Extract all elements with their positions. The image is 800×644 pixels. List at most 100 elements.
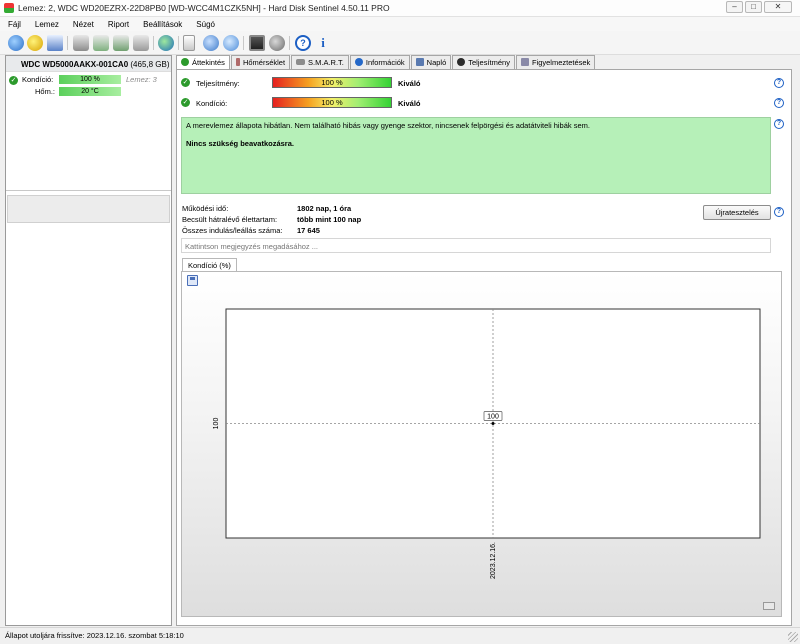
tab-label: Információk xyxy=(365,58,405,67)
app-icon xyxy=(4,3,14,13)
uptime-value: 1802 nap, 1 óra xyxy=(297,204,352,213)
tab-alerts[interactable]: Figyelmeztetések xyxy=(515,55,596,69)
disk-icon[interactable] xyxy=(73,35,89,51)
tab-information[interactable]: Információk xyxy=(349,55,410,69)
menu-view[interactable]: Nézet xyxy=(73,20,94,29)
thermometer-icon xyxy=(235,58,240,66)
status-message-box: A merevlemez állapota hibátlan. Nem talá… xyxy=(181,117,771,194)
toolbar-separator xyxy=(289,36,290,50)
toolbar-separator xyxy=(243,36,244,50)
sync-icon[interactable] xyxy=(203,35,219,51)
menu-file[interactable]: Fájl xyxy=(8,20,21,29)
action-message: Nincs szükség beavatkozásra. xyxy=(186,139,294,148)
tab-bar: Áttekintés Hőmérséklet S.M.A.R.T. Inform… xyxy=(176,55,596,70)
tab-smart[interactable]: S.M.A.R.T. xyxy=(291,55,349,69)
disk-up-icon[interactable] xyxy=(93,35,109,51)
disk-header[interactable]: WDC WD5000AAKX-001CA0 (465,8 GB) xyxy=(6,56,171,72)
gauge-icon xyxy=(457,58,466,66)
network-icon[interactable] xyxy=(223,35,239,51)
status-text: Állapot utoljára frissítve: 2023.12.16. … xyxy=(5,631,184,640)
settings-icon[interactable] xyxy=(269,35,285,51)
x-tick-label: 2023.12.16. xyxy=(490,542,497,579)
disk-list-panel: WDC WD5000AAKX-001CA0 (465,8 GB) ✓ Kondí… xyxy=(5,55,172,626)
alert-icon xyxy=(520,58,529,66)
tab-log[interactable]: Napló xyxy=(410,55,452,69)
performance-rating: Kiváló xyxy=(398,79,421,88)
title-bar: Lemez: 2, WDC WD20EZRX-22D8PB0 [WD-WCC4M… xyxy=(0,0,800,17)
message-help-icon[interactable]: ? xyxy=(774,119,784,129)
chart-tab-condition[interactable]: Kondíció (%) xyxy=(182,258,237,272)
info-icon xyxy=(354,58,363,66)
menu-settings[interactable]: Beállítások xyxy=(143,20,182,29)
monitor-icon[interactable] xyxy=(249,35,265,51)
performance-bar: 100 % xyxy=(272,77,392,88)
document-icon[interactable] xyxy=(183,35,195,51)
condition-label: Kondíció: xyxy=(196,99,228,108)
tab-label: S.M.A.R.T. xyxy=(308,58,344,67)
lifetime-value: több mint 100 nap xyxy=(297,215,362,224)
data-point xyxy=(491,422,495,425)
performance-ok-icon: ✓ xyxy=(181,78,190,87)
status-message: A merevlemez állapota hibátlan. Nem talá… xyxy=(186,121,590,130)
tab-overview[interactable]: Áttekintés xyxy=(176,55,230,70)
condition-bar: 100 % xyxy=(272,97,392,108)
help-icon[interactable]: ? xyxy=(295,35,311,51)
menu-report[interactable]: Riport xyxy=(108,20,129,29)
toolbar-separator xyxy=(67,36,68,50)
refresh-icon[interactable] xyxy=(8,35,24,51)
overview-panel: ✓ Teljesítmény: 100 % Kiváló ? ✓ Kondíci… xyxy=(176,69,792,626)
tab-label: Teljesítmény xyxy=(468,58,510,67)
condition-ok-icon: ✓ xyxy=(181,98,190,107)
panel-divider xyxy=(6,190,171,191)
tab-performance[interactable]: Teljesítmény xyxy=(452,55,515,69)
power-cycles-label: Összes indulás/leállás száma: xyxy=(182,226,283,235)
scroll-handle[interactable] xyxy=(763,602,775,610)
disk-down-icon[interactable] xyxy=(113,35,129,51)
performance-label: Teljesítmény: xyxy=(196,79,240,88)
disk-model: WDC WD5000AAKX-001CA0 xyxy=(21,60,129,69)
window-title: Lemez: 2, WDC WD20EZRX-22D8PB0 [WD-WCC4M… xyxy=(18,3,390,13)
disk-temperature-row: Hőm.: 20 °C xyxy=(6,87,171,98)
disk-index-label: Lemez: 3 xyxy=(126,75,157,84)
toolbar: ? i xyxy=(0,31,800,55)
tab-label: Figyelmeztetések xyxy=(531,58,591,67)
performance-help-icon[interactable]: ? xyxy=(774,78,784,88)
resize-grip[interactable] xyxy=(788,632,798,642)
warning-icon[interactable] xyxy=(27,35,43,51)
temperature-label: Hőm.: xyxy=(35,87,56,96)
log-icon xyxy=(415,58,424,66)
power-cycles-value: 17 645 xyxy=(297,226,320,235)
menu-bar: Fájl Lemez Nézet Riport Beállítások Súgó xyxy=(0,17,800,31)
temperature-bar: 20 °C xyxy=(59,87,121,96)
menu-help[interactable]: Súgó xyxy=(196,20,215,29)
tab-temperature[interactable]: Hőmérséklet xyxy=(230,55,291,69)
tab-label: Hőmérséklet xyxy=(242,58,286,67)
report-icon[interactable] xyxy=(47,35,63,51)
tab-label: Napló xyxy=(426,58,447,67)
toolbar-separator xyxy=(153,36,154,50)
check-icon xyxy=(181,58,189,66)
lifetime-label: Becsült hátralévő élettartam: xyxy=(182,215,278,224)
disk-plug-icon[interactable] xyxy=(133,35,149,51)
menu-disk[interactable]: Lemez xyxy=(35,20,59,29)
data-label: 100 xyxy=(487,414,499,421)
drive-icon xyxy=(296,59,306,65)
disk-size: (465,8 GB) xyxy=(130,60,170,69)
condition-rating: Kiváló xyxy=(398,99,421,108)
condition-help-icon[interactable]: ? xyxy=(774,98,784,108)
close-button[interactable]: ✕ xyxy=(764,1,792,13)
retest-button[interactable]: Újratesztelés xyxy=(703,205,771,220)
maximize-button[interactable]: □ xyxy=(745,1,762,13)
condition-chart: 100 2023.12.16. 100 xyxy=(213,308,761,579)
globe-icon[interactable] xyxy=(158,35,174,51)
condition-bar: 100 % xyxy=(59,75,121,84)
uptime-label: Működési idő: xyxy=(182,204,229,213)
minimize-button[interactable]: – xyxy=(726,1,743,13)
retest-help-icon[interactable]: ? xyxy=(774,207,784,217)
note-input[interactable]: Kattintson megjegyzés megadásához ... xyxy=(181,238,771,253)
y-tick-label: 100 xyxy=(213,418,220,430)
condition-label: Kondíció: xyxy=(22,75,54,84)
chart-frame: 100 2023.12.16. 100 xyxy=(181,271,782,617)
tab-label: Áttekintés xyxy=(192,58,225,67)
info-icon[interactable]: i xyxy=(315,35,331,51)
